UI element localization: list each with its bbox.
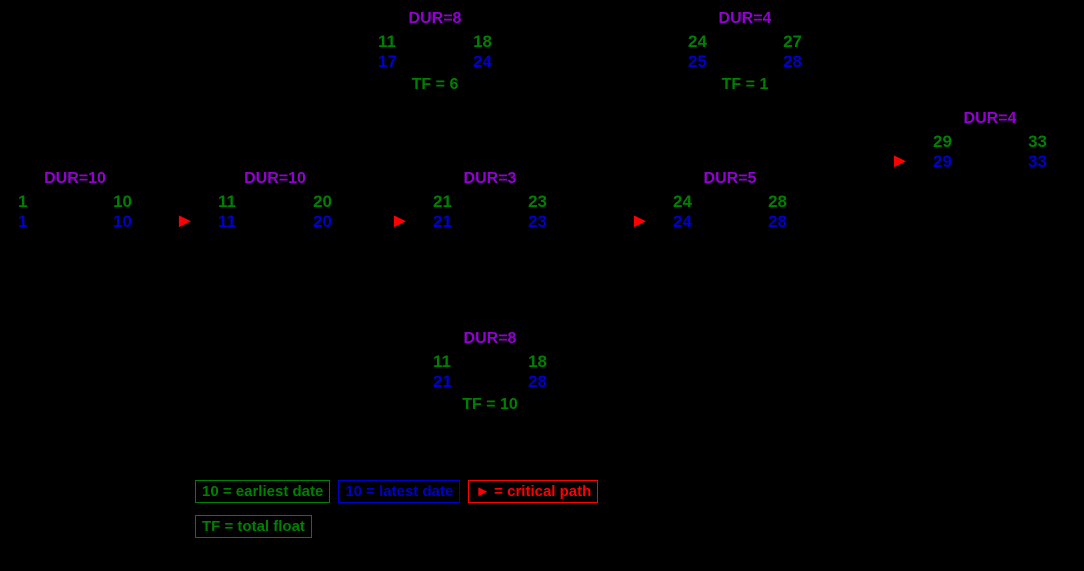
es-value: 1 <box>18 192 27 212</box>
duration-label: DUR=5 <box>665 170 795 188</box>
node-5: DUR=4 29 33 29 33 <box>925 110 1055 172</box>
node-4-top: DUR=4 24 27 25 28 TF = 1 <box>680 10 810 94</box>
duration-label: DUR=4 <box>925 110 1055 128</box>
ls-value: 21 <box>433 372 452 392</box>
node-1: DUR=10 1 10 1 10 <box>10 170 140 232</box>
es-value: 21 <box>433 192 452 212</box>
node-3-top: DUR=8 11 18 17 24 TF = 6 <box>370 10 500 94</box>
es-value: 11 <box>378 32 396 52</box>
lf-value: 28 <box>768 212 787 232</box>
node-2: DUR=10 11 20 11 20 <box>210 170 340 232</box>
ls-value: 21 <box>433 212 452 232</box>
total-float: TF = 1 <box>680 76 810 94</box>
ls-value: 29 <box>933 152 952 172</box>
critical-arrow-icon: ► <box>890 150 910 173</box>
duration-label: DUR=8 <box>425 330 555 348</box>
legend-row-1: 10 = earliest date 10 = latest date ► = … <box>195 480 598 503</box>
legend-critical-text: = critical path <box>494 483 591 500</box>
ls-value: 25 <box>688 52 707 72</box>
lf-value: 10 <box>113 212 132 232</box>
total-float: TF = 10 <box>425 396 555 414</box>
ef-value: 18 <box>528 352 547 372</box>
node-3-mid: DUR=3 21 23 21 23 <box>425 170 555 232</box>
duration-label: DUR=10 <box>10 170 140 188</box>
ls-value: 24 <box>673 212 692 232</box>
ls-value: 1 <box>18 212 27 232</box>
ef-value: 10 <box>113 192 132 212</box>
lf-value: 33 <box>1028 152 1047 172</box>
es-value: 24 <box>673 192 692 212</box>
critical-arrow-icon: ► <box>390 210 410 233</box>
node-4-mid: DUR=5 24 28 24 28 <box>665 170 795 232</box>
duration-label: DUR=4 <box>680 10 810 28</box>
lf-value: 28 <box>783 52 802 72</box>
duration-label: DUR=10 <box>210 170 340 188</box>
ls-value: 11 <box>218 212 236 232</box>
legend-earliest: 10 = earliest date <box>195 480 330 503</box>
es-value: 11 <box>433 352 451 372</box>
lf-value: 20 <box>313 212 332 232</box>
lf-value: 28 <box>528 372 547 392</box>
ef-value: 27 <box>783 32 802 52</box>
duration-label: DUR=3 <box>425 170 555 188</box>
total-float: TF = 6 <box>370 76 500 94</box>
es-value: 24 <box>688 32 707 52</box>
es-value: 29 <box>933 132 952 152</box>
ef-value: 33 <box>1028 132 1047 152</box>
lf-value: 24 <box>473 52 492 72</box>
triangle-icon: ► <box>475 483 490 500</box>
node-3-bot: DUR=8 11 18 21 28 TF = 10 <box>425 330 555 414</box>
legend-critical: ► = critical path <box>468 480 598 503</box>
ef-value: 18 <box>473 32 492 52</box>
critical-arrow-icon: ► <box>175 210 195 233</box>
es-value: 11 <box>218 192 236 212</box>
ls-value: 17 <box>378 52 397 72</box>
critical-arrow-icon: ► <box>630 210 650 233</box>
legend-row-2: TF = total float <box>195 515 312 538</box>
lf-value: 23 <box>528 212 547 232</box>
legend-total-float: TF = total float <box>195 515 312 538</box>
ef-value: 20 <box>313 192 332 212</box>
ef-value: 23 <box>528 192 547 212</box>
ef-value: 28 <box>768 192 787 212</box>
duration-label: DUR=8 <box>370 10 500 28</box>
legend-latest: 10 = latest date <box>338 480 460 503</box>
